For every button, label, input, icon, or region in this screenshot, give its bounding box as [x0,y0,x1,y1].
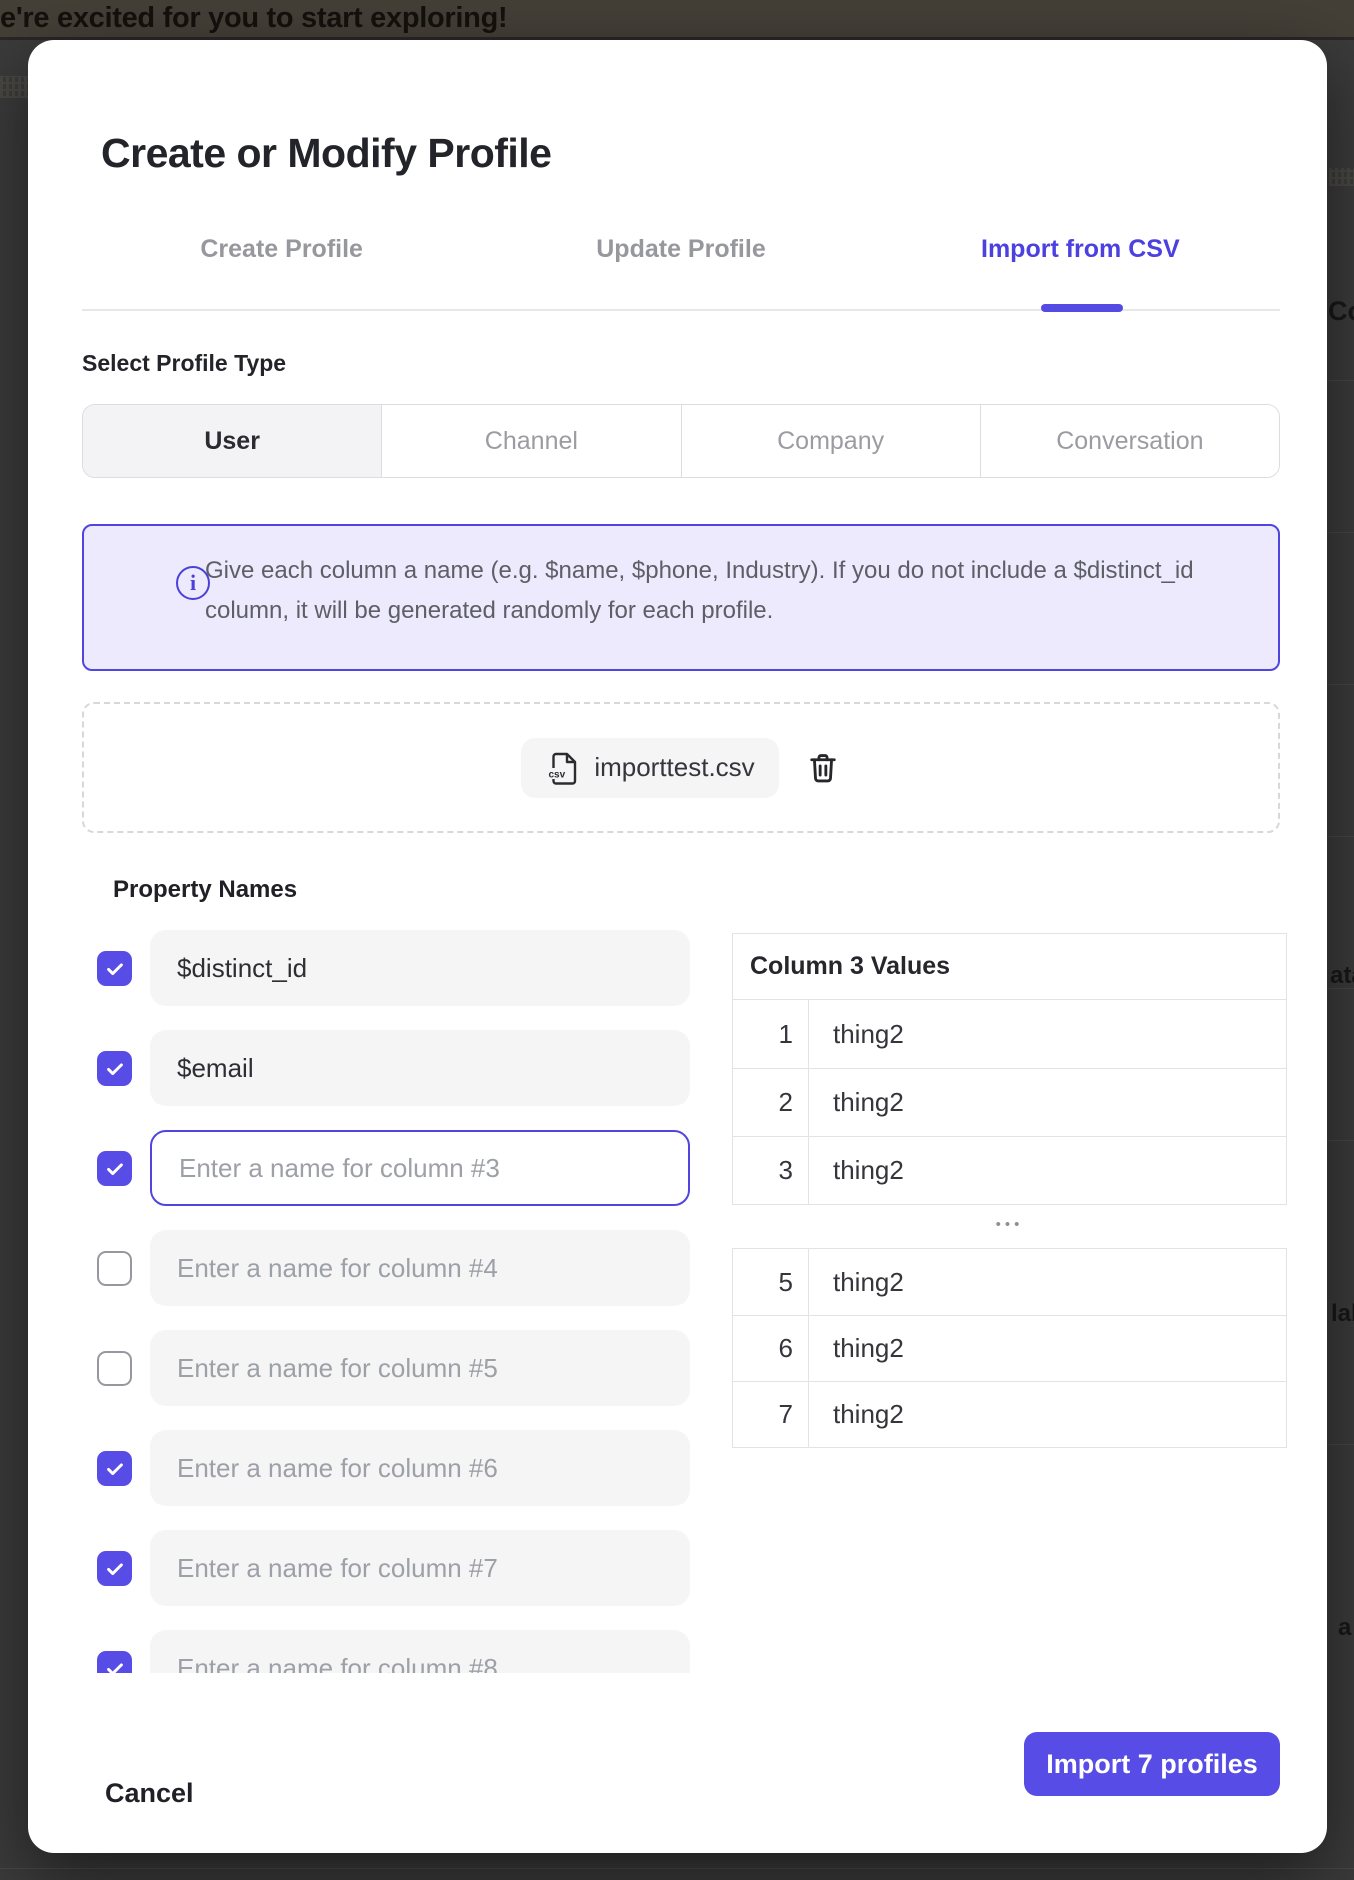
row-index: 6 [733,1316,809,1381]
csv-file-icon: csv [545,750,581,786]
info-banner: i Give each column a name (e.g. $name, $… [82,524,1280,671]
background-row-seam [1327,1140,1354,1141]
segment-company[interactable]: Company [681,405,980,477]
property-name-input[interactable] [150,1530,690,1606]
table-row: 1 thing2 [733,1000,1286,1068]
column-checkbox[interactable] [97,1351,132,1386]
background-text-fragment: Col [1328,296,1354,327]
screen: e're excited for you to start exploring!… [0,0,1354,1880]
profile-type-segmented-control: User Channel Company Conversation [82,404,1280,478]
property-row [82,1030,732,1106]
property-rows-list [82,930,732,1673]
row-index: 5 [733,1249,809,1315]
tab-update-profile[interactable]: Update Profile [481,228,880,270]
background-bottom-seam [0,1868,1354,1869]
property-row [82,1630,732,1673]
info-banner-text: Give each column a name (e.g. $name, $ph… [205,551,1235,631]
row-value: thing2 [809,1000,1286,1068]
background-row-seam [1327,988,1354,989]
row-index: 7 [733,1382,809,1447]
table-row: 2 thing2 [733,1068,1286,1136]
delete-file-button[interactable] [805,750,841,786]
row-value: thing2 [809,1137,1286,1204]
tab-import-from-csv[interactable]: Import from CSV [881,228,1280,270]
property-name-input[interactable] [150,1330,690,1406]
background-hatch-right [1329,168,1354,186]
table-ellipsis: ••• [732,1208,1287,1240]
background-row-seam [1327,380,1354,381]
column-checkbox[interactable] [97,951,132,986]
background-row-seam [1327,836,1354,837]
row-index: 3 [733,1137,809,1204]
profile-type-label: Select Profile Type [82,350,286,377]
uploaded-file-chip: csv importtest.csv [521,738,778,798]
table-row: 5 thing2 [733,1249,1286,1315]
cancel-button[interactable]: Cancel [105,1778,194,1809]
background-banner: e're excited for you to start exploring! [0,0,1354,37]
csv-dropzone[interactable]: csv importtest.csv [82,702,1280,833]
property-row [82,930,732,1006]
background-text-fragment: ata [1330,962,1354,990]
column-checkbox[interactable] [97,1151,132,1186]
column-checkbox[interactable] [97,1451,132,1486]
background-row-seam [1327,532,1354,533]
svg-text:csv: csv [549,769,566,780]
property-name-input[interactable] [150,1130,690,1206]
background-text-fragment: a [1338,1614,1351,1642]
column-values-table: Column 3 Values 1 thing2 2 thing2 3 thin… [732,933,1287,1205]
property-names-heading: Property Names [113,876,297,904]
create-or-modify-profile-dialog: Create or Modify Profile Create Profile … [28,40,1327,1853]
import-profiles-button[interactable]: Import 7 profiles [1024,1732,1280,1796]
segment-user[interactable]: User [83,405,381,477]
property-name-input[interactable] [150,1430,690,1506]
background-text-fragment: lab [1331,1300,1354,1328]
active-tab-indicator [1041,304,1123,312]
table-row: 6 thing2 [733,1315,1286,1381]
dialog-title: Create or Modify Profile [101,130,551,177]
column-values-table: 5 thing2 6 thing2 7 thing2 [732,1248,1287,1448]
column-checkbox[interactable] [97,1051,132,1086]
property-row [82,1330,732,1406]
segment-channel[interactable]: Channel [381,405,680,477]
background-hatch-left [0,76,28,98]
uploaded-file-name: importtest.csv [594,752,754,783]
column-checkbox[interactable] [97,1651,132,1673]
dialog-tabs: Create Profile Update Profile Import fro… [82,228,1280,270]
column-values-header: Column 3 Values [733,934,1286,1000]
property-row [82,1430,732,1506]
trash-icon [805,750,841,786]
row-value: thing2 [809,1316,1286,1381]
column-checkbox[interactable] [97,1551,132,1586]
row-index: 1 [733,1000,809,1068]
tab-create-profile[interactable]: Create Profile [82,228,481,270]
property-row [82,1230,732,1306]
segment-conversation[interactable]: Conversation [980,405,1279,477]
row-value: thing2 [809,1249,1286,1315]
table-row: 3 thing2 [733,1136,1286,1204]
row-index: 2 [733,1069,809,1136]
background-row-seam [1327,684,1354,685]
property-name-input[interactable] [150,930,690,1006]
property-row [82,1530,732,1606]
background-banner-text: e're excited for you to start exploring! [0,2,507,35]
property-name-input[interactable] [150,1030,690,1106]
column-checkbox[interactable] [97,1251,132,1286]
row-value: thing2 [809,1069,1286,1136]
background-row-seam [1327,1444,1354,1445]
property-name-input[interactable] [150,1630,690,1673]
property-row [82,1130,732,1206]
table-row: 7 thing2 [733,1381,1286,1447]
row-value: thing2 [809,1382,1286,1447]
property-name-input[interactable] [150,1230,690,1306]
